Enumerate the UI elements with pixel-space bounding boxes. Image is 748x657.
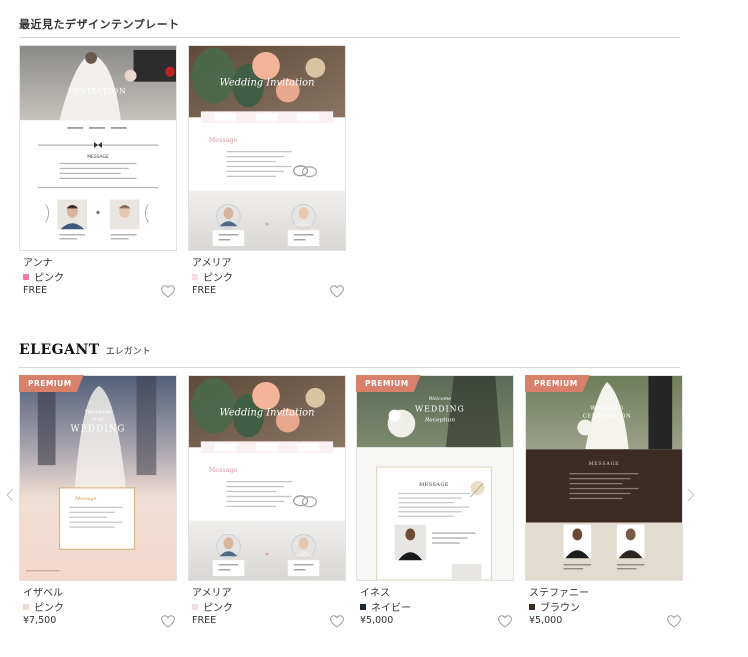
elegant-title-jp: エレガント [105,347,151,357]
premium-badge: PREMIUM [356,375,421,392]
template-price: ¥5,000 [529,615,563,626]
chevron-left-icon [6,488,14,502]
template-card[interactable]: Wedding Invitation Message ♥ アメリア ピンク FR… [188,45,346,298]
template-card[interactable]: INVITATION MESSAGE アンナ ピンク FREE [19,45,177,298]
template-name[interactable]: イザベル [23,584,63,599]
template-price: FREE [192,285,217,296]
chevron-right-icon [687,488,695,502]
template-color: ネイビー [360,599,411,614]
template-thumbnail[interactable]: Wedding Invitation Message ♥ [188,45,346,251]
template-color: ブラウン [529,599,580,614]
template-name[interactable]: ステファニー [529,584,589,599]
template-thumbnail[interactable]: INVITATION MESSAGE [19,45,177,251]
color-label: ピンク [34,273,64,284]
svg-text:♥: ♥ [265,552,269,558]
svg-text:Message: Message [209,136,238,144]
color-swatch [23,273,29,280]
template-card[interactable]: Welcome to our WEDDING Message PREMIUM イ… [19,375,177,628]
elegant-section-title: ELEGANT エレガント [19,342,151,358]
svg-text:Message: Message [74,496,96,502]
color-label: ピンク [203,273,233,284]
template-price: ¥7,500 [23,615,57,626]
heart-outline-icon[interactable] [498,613,512,628]
recent-section-title: 最近見たデザインテンプレート [19,18,180,31]
template-thumbnail[interactable]: Wedding Invitation Message ♥ [188,375,346,581]
template-thumbnail[interactable]: Welcome WEDDING Reception MESSAGE [356,375,514,581]
heart-outline-icon[interactable] [667,613,681,628]
template-card[interactable]: Wedding Invitation Message ♥ アメリア ピンク FR… [188,375,346,628]
carousel-next-button[interactable] [683,480,699,510]
svg-text:Welcome: Welcome [85,409,112,416]
template-thumbnail[interactable]: WEDDING CELEBRATION MESSAGE [525,375,683,581]
svg-text:WEDDING: WEDDING [70,424,125,434]
color-label: ネイビー [371,603,411,614]
template-name[interactable]: アメリア [192,584,232,599]
color-label: ブラウン [540,603,580,614]
premium-badge: PREMIUM [19,375,84,392]
svg-text:INVITATION: INVITATION [69,87,126,96]
elegant-divider [19,367,680,368]
svg-text:MESSAGE: MESSAGE [419,482,449,488]
heart-outline-icon[interactable] [161,283,175,298]
svg-text:Wedding Invitation: Wedding Invitation [220,408,315,419]
svg-text:WEDDING: WEDDING [415,405,465,414]
template-color: ピンク [192,269,233,284]
heart-outline-icon[interactable] [330,613,344,628]
svg-text:MESSAGE: MESSAGE [589,461,620,467]
color-swatch [23,603,29,610]
svg-text:Message: Message [209,466,238,474]
svg-text:♥: ♥ [265,222,269,228]
template-name[interactable]: イネス [360,584,390,599]
premium-badge: PREMIUM [525,375,590,392]
template-thumbnail[interactable]: Welcome to our WEDDING Message [19,375,177,581]
template-price: ¥5,000 [360,615,394,626]
template-color: ピンク [192,599,233,614]
heart-outline-icon[interactable] [330,283,344,298]
template-name[interactable]: アンナ [23,254,53,269]
svg-text:Welcome: Welcome [429,396,452,402]
color-swatch [529,603,535,610]
svg-text:CELEBRATION: CELEBRATION [583,414,632,420]
carousel-prev-button[interactable] [2,480,18,510]
recent-divider [19,37,680,38]
svg-text:Reception: Reception [424,417,455,424]
template-card[interactable]: WEDDING CELEBRATION MESSAGE PREMIUM ステファ… [525,375,683,628]
color-swatch [360,603,366,610]
color-label: ピンク [203,603,233,614]
color-swatch [192,273,198,280]
heart-outline-icon[interactable] [161,613,175,628]
svg-text:to our: to our [92,417,104,422]
color-swatch [192,603,198,610]
svg-text:MESSAGE: MESSAGE [87,154,109,160]
color-label: ピンク [34,603,64,614]
template-price: FREE [23,285,48,296]
template-color: ピンク [23,269,64,284]
template-color: ピンク [23,599,64,614]
template-price: FREE [192,615,217,626]
svg-text:Wedding Invitation: Wedding Invitation [220,78,315,89]
template-name[interactable]: アメリア [192,254,232,269]
svg-text:WEDDING: WEDDING [590,406,624,412]
template-card[interactable]: Welcome WEDDING Reception MESSAGE PREMIU… [356,375,514,628]
elegant-title-en: ELEGANT [19,342,100,358]
